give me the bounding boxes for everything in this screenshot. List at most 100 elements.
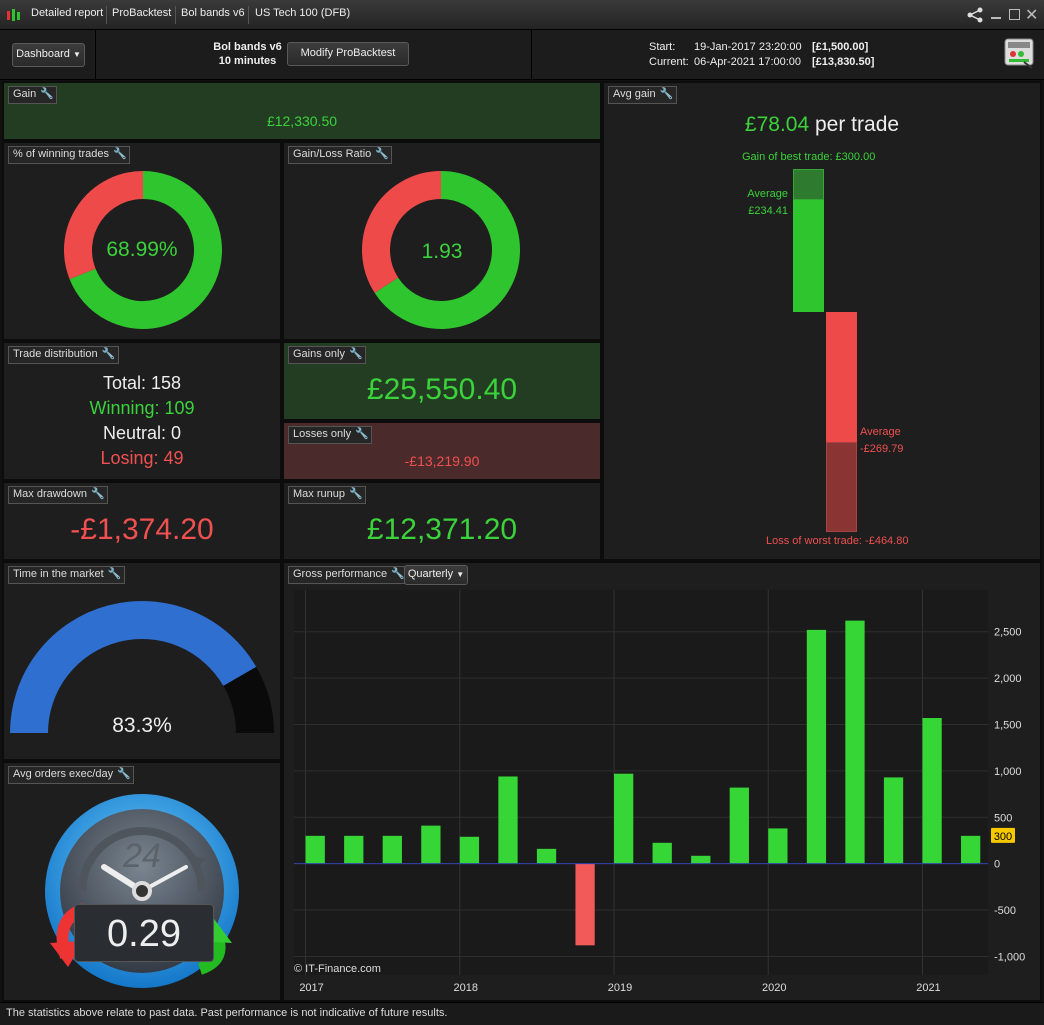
gains-only-title: Gains only 🔧	[288, 346, 366, 364]
y-tick-label: 500	[994, 812, 1012, 824]
gross-performance-panel: Gross performance 🔧 Quarterly ▼ 2017 2018 2…	[282, 561, 1042, 1002]
bar[interactable]	[691, 855, 711, 864]
bar[interactable]	[421, 825, 441, 864]
tab-detailed-report[interactable]: Detailed report	[31, 7, 103, 19]
tab-instrument[interactable]: US Tech 100 (DFB)	[255, 7, 350, 19]
wrench-icon[interactable]: 🔧	[660, 87, 674, 102]
chevron-down-icon: ▼	[456, 570, 465, 579]
x-tick-label: 2017	[299, 982, 323, 994]
report-toolbar: Dashboard ▼ Bol bands v6 10 minutes Modi…	[0, 30, 1044, 80]
modify-probacktest-button[interactable]: Modify ProBacktest	[287, 42, 409, 66]
avg-gain-headline: £78.04 per trade	[604, 113, 1040, 137]
gain-panel: Gain 🔧 £12,330.50	[2, 81, 602, 141]
start-value: [£1,500.00]	[812, 41, 869, 53]
avg-gain-title: Avg gain 🔧	[608, 86, 677, 104]
last-value-badge-label: 300	[994, 831, 1012, 843]
trade-distribution-title: Trade distribution 🔧	[8, 346, 119, 364]
bar[interactable]	[459, 836, 480, 864]
max-drawdown-title: Max drawdown 🔧	[8, 486, 108, 504]
avg-win-label: Average	[747, 188, 788, 200]
tab-separator	[106, 6, 107, 24]
bar[interactable]	[729, 787, 749, 864]
avg-gain-value: £78.04	[744, 113, 810, 136]
avg-gain-panel: Avg gain 🔧 £78.04 per trade Gain of best …	[602, 81, 1042, 561]
bar[interactable]	[344, 835, 364, 864]
tab-strategy[interactable]: Bol bands v6	[181, 7, 245, 19]
dashboard-dropdown[interactable]: Dashboard ▼	[12, 43, 85, 67]
bar[interactable]	[305, 835, 325, 864]
maximize-icon[interactable]	[1009, 9, 1020, 20]
current-label: Current:	[649, 56, 689, 68]
y-tick-label: 2,000	[994, 673, 1022, 685]
wrench-icon[interactable]: 🔧	[40, 87, 54, 102]
share-icon[interactable]	[966, 7, 984, 26]
losses-only-panel: Losses only 🔧 -£13,219.90	[282, 421, 602, 481]
title-bar: Detailed report ProBacktest Bol bands v6…	[0, 0, 1044, 30]
time-in-market-panel: Time in the market 🔧 83.3%	[2, 561, 282, 761]
current-value: [£13,830.50]	[812, 56, 875, 68]
y-tick-label: 1,000	[994, 766, 1022, 778]
strategy-timeframe: 10 minutes	[218, 55, 277, 67]
avg-loss-label: Average	[860, 426, 901, 438]
gains-only-panel: Gains only 🔧 £25,550.40	[282, 341, 602, 421]
win-pct-value: 68.99%	[106, 238, 178, 261]
dial-label: 24	[122, 837, 161, 875]
best-trade-bar	[793, 169, 824, 200]
bar[interactable]	[382, 835, 402, 864]
best-trade-label: Gain of best trade: £300.00	[742, 151, 876, 163]
y-tick-label: 1,500	[994, 720, 1022, 732]
gain-title: Gain 🔧	[8, 86, 58, 104]
win-pct-panel: % of winning trades 🔧 68.99%	[2, 141, 282, 341]
gl-ratio-panel: Gain/Loss Ratio 🔧 1.93	[282, 141, 602, 341]
max-drawdown-panel: Max drawdown 🔧 -£1,374.20	[2, 481, 282, 561]
bar[interactable]	[806, 629, 827, 864]
x-tick-label: 2020	[762, 982, 786, 994]
wrench-icon[interactable]: 🔧	[355, 427, 369, 442]
bar[interactable]	[961, 835, 981, 864]
chevron-down-icon: ▼	[72, 50, 81, 59]
y-tick-label: -500	[994, 905, 1016, 917]
max-runup-title: Max runup 🔧	[288, 486, 366, 504]
y-tick-label: 2,500	[994, 627, 1022, 639]
wrench-icon[interactable]: 🔧	[349, 487, 363, 502]
gross-performance-title: Gross performance 🔧	[288, 566, 409, 584]
bar[interactable]	[614, 773, 634, 864]
copyright-text: © IT-Finance.com	[294, 963, 381, 975]
avg-orders-value: 0.29	[74, 904, 214, 962]
bar[interactable]	[536, 848, 557, 864]
x-tick-label: 2021	[916, 982, 940, 994]
minimize-icon[interactable]	[991, 17, 1001, 19]
avg-orders-panel: Avg orders exec/day 🔧 24 0.29	[2, 761, 282, 1002]
bar[interactable]	[575, 863, 595, 946]
losses-only-title: Losses only 🔧	[288, 426, 373, 444]
x-tick-label: 2019	[608, 982, 632, 994]
avg-win-bar	[793, 200, 824, 312]
period-dropdown[interactable]: Quarterly ▼	[404, 565, 468, 585]
bar[interactable]	[768, 828, 788, 864]
max-runup-value: £12,371.20	[366, 513, 518, 546]
y-tick-label: -1,000	[994, 951, 1025, 963]
report-settings-icon[interactable]	[1004, 38, 1034, 73]
donut-loss-segment	[362, 171, 442, 293]
current-date: 06-Apr-2021 17:00:00	[694, 56, 802, 68]
gains-only-value: £25,550.40	[366, 373, 518, 406]
worst-trade-bar	[826, 442, 857, 532]
wrench-icon[interactable]: 🔧	[91, 487, 105, 502]
total-trades: Total: 158	[102, 373, 182, 393]
clock-icon: 24	[45, 794, 239, 988]
bar[interactable]	[883, 777, 904, 864]
bar[interactable]	[498, 776, 518, 864]
bar[interactable]	[922, 718, 942, 864]
disclaimer-footer: The statistics above relate to past data…	[0, 1002, 1044, 1025]
tab-probacktest[interactable]: ProBacktest	[112, 7, 171, 19]
wrench-icon[interactable]: 🔧	[102, 347, 116, 362]
period-label: Quarterly	[407, 568, 454, 580]
close-icon[interactable]: ✕	[1025, 5, 1038, 25]
avg-loss-value: -£269.79	[860, 443, 904, 455]
bar[interactable]	[845, 620, 865, 864]
wrench-icon[interactable]: 🔧	[349, 347, 363, 362]
avg-loss-bar	[826, 312, 857, 442]
strategy-name: Bol bands v6	[213, 41, 282, 53]
winning-trades: Winning: 109	[89, 398, 195, 418]
bar[interactable]	[652, 842, 672, 864]
